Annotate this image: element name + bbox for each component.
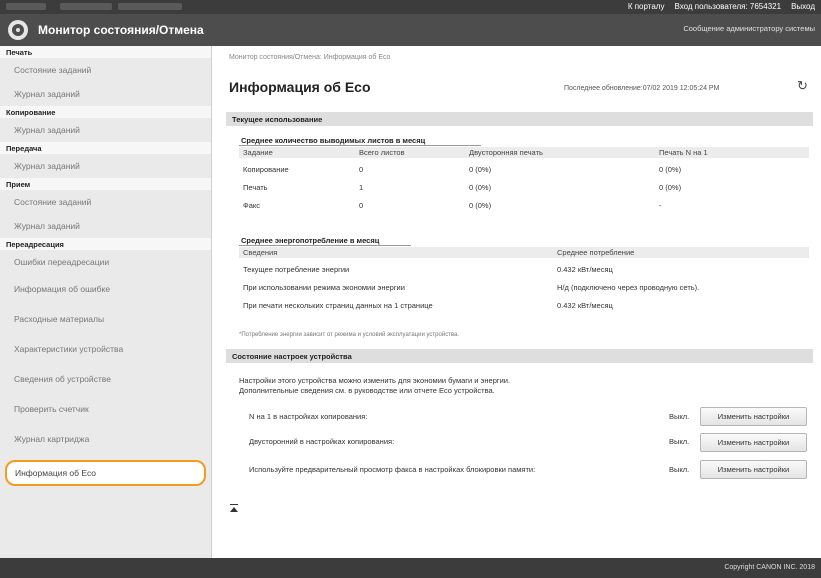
change-settings-button[interactable]: Изменить настройки [700, 407, 807, 426]
main-content: Монитор состояния/Отмена: Информация об … [213, 46, 821, 558]
section-current-usage: Текущее использование [226, 112, 813, 126]
change-settings-button[interactable]: Изменить настройки [700, 433, 807, 452]
sidebar-category-forwarding: Переадресация [0, 238, 211, 250]
column-header: Всего листов [359, 148, 405, 157]
table-cell: - [659, 201, 662, 210]
table-cell: При использовании режима экономии энерги… [243, 283, 405, 292]
setting-status: Выкл. [669, 412, 690, 421]
sidebar-item-receive-job-log[interactable]: Журнал заданий [0, 214, 211, 238]
table-row: Печать 1 0 (0%) 0 (0%) [239, 178, 809, 196]
table-cell: 1 [359, 183, 364, 192]
sidebar-item-consumables[interactable]: Расходные материалы [0, 304, 211, 334]
sheets-table-header: Задание Всего листов Двусторонняя печать… [239, 147, 809, 158]
column-header: Сведения [243, 248, 278, 257]
heading-underline [239, 145, 481, 146]
setting-label-fax-preview: Используйте предварительный просмотр фак… [249, 465, 536, 474]
setting-label-n-on-1-copy: N на 1 в настройках копирования: [249, 412, 368, 421]
table-cell: 0 [359, 165, 364, 174]
sidebar-category-print: Печать [0, 46, 211, 58]
table-cell: 0.432 кВт/месяц [557, 301, 613, 310]
blurred-device-info [6, 3, 46, 10]
table-row: Копирование 0 0 (0%) 0 (0%) [239, 160, 809, 178]
table-cell: Копирование [243, 165, 289, 174]
table-cell: Печать [243, 183, 268, 192]
setting-status: Выкл. [669, 465, 690, 474]
sidebar-item-print-job-log[interactable]: Журнал заданий [0, 82, 211, 106]
table-row: Текущее потребление энергии 0.432 кВт/ме… [239, 260, 809, 278]
sidebar-item-device-info[interactable]: Сведения об устройстве [0, 364, 211, 394]
blurred-device-info [60, 3, 112, 10]
sidebar-item-cartridge-log[interactable]: Журнал картриджа [0, 424, 211, 454]
column-header: Среднее потребление [557, 248, 635, 257]
sheets-per-month-heading: Среднее количество выводимых листов в ме… [241, 136, 426, 145]
footer: Copyright CANON INC. 2018 [0, 558, 821, 578]
section-device-settings: Состояние настроек устройства [226, 349, 813, 363]
sidebar-category-send: Передача [0, 142, 211, 154]
page-title: Информация об Eco [229, 79, 371, 95]
sidebar-item-send-job-log[interactable]: Журнал заданий [0, 154, 211, 178]
table-cell: Текущее потребление энергии [243, 265, 350, 274]
sidebar-item-copy-job-log[interactable]: Журнал заданий [0, 118, 211, 142]
settings-description: Настройки этого устройства можно изменит… [239, 376, 511, 385]
last-update-time: Последнее обновление:07/02 2019 12:05:24… [564, 85, 720, 92]
setting-label-duplex-copy: Двусторонний в настройках копирования: [249, 437, 395, 446]
sidebar-item-forwarding-errors[interactable]: Ошибки переадресации [0, 250, 211, 274]
energy-table-header: Сведения Среднее потребление [239, 247, 809, 258]
table-cell: 0 (0%) [659, 183, 682, 192]
table-cell: 0.432 кВт/месяц [557, 265, 613, 274]
table-cell: 0 (0%) [469, 183, 492, 192]
sidebar-item-error-info[interactable]: Информация об ошибке [0, 274, 211, 304]
breadcrumb: Монитор состояния/Отмена: Информация об … [229, 54, 391, 61]
settings-description: Дополнительные сведения см. в руководств… [239, 386, 495, 395]
status-monitor-logo-icon [8, 20, 28, 40]
table-cell: Н/д (подключено через проводную сеть). [557, 283, 700, 292]
table-cell: При печати нескольких страниц данных на … [243, 301, 433, 310]
setting-status: Выкл. [669, 437, 690, 446]
sidebar: Печать Состояние заданий Журнал заданий … [0, 46, 212, 558]
table-row: Факс 0 0 (0%) - [239, 196, 809, 214]
login-user-label: Вход пользователя: 7654321 [674, 2, 782, 11]
table-cell: 0 [359, 201, 364, 210]
energy-footnote: *Потребление энергии зависит от режима и… [239, 332, 460, 338]
sidebar-item-device-features[interactable]: Характеристики устройства [0, 334, 211, 364]
table-cell: Факс [243, 201, 260, 210]
table-row: При использовании режима экономии энерги… [239, 278, 809, 296]
heading-underline [239, 245, 411, 246]
table-cell: 0 (0%) [469, 165, 492, 174]
top-bar: К порталу Вход пользователя: 7654321 Вых… [0, 0, 821, 14]
app-title: Монитор состояния/Отмена [38, 23, 204, 37]
logout-link[interactable]: Выход [791, 2, 815, 11]
column-header: Задание [243, 148, 273, 157]
refresh-icon[interactable]: ↻ [797, 79, 811, 93]
column-header: Двусторонняя печать [469, 148, 543, 157]
sidebar-category-receive: Прием [0, 178, 211, 190]
energy-per-month-heading: Среднее энергопотребление в месяц [241, 236, 380, 245]
change-settings-button[interactable]: Изменить настройки [700, 460, 807, 479]
sidebar-category-copy: Копирование [0, 106, 211, 118]
table-row: При печати нескольких страниц данных на … [239, 296, 809, 314]
portal-link[interactable]: К порталу [628, 2, 665, 11]
table-cell: 0 (0%) [659, 165, 682, 174]
table-cell: 0 (0%) [469, 201, 492, 210]
sidebar-item-print-job-status[interactable]: Состояние заданий [0, 58, 211, 82]
column-header: Печать N на 1 [659, 148, 708, 157]
copyright-text: Copyright CANON INC. 2018 [724, 564, 815, 571]
sidebar-item-eco-info[interactable]: Информация об Eco [5, 460, 206, 486]
blurred-device-info [118, 3, 182, 10]
admin-message-link[interactable]: Сообщение администратору системы [683, 24, 815, 33]
app-header: Монитор состояния/Отмена Сообщение админ… [0, 14, 821, 46]
sidebar-item-check-counter[interactable]: Проверить счетчик [0, 394, 211, 424]
to-top-icon[interactable] [230, 504, 238, 514]
sidebar-item-receive-job-status[interactable]: Состояние заданий [0, 190, 211, 214]
